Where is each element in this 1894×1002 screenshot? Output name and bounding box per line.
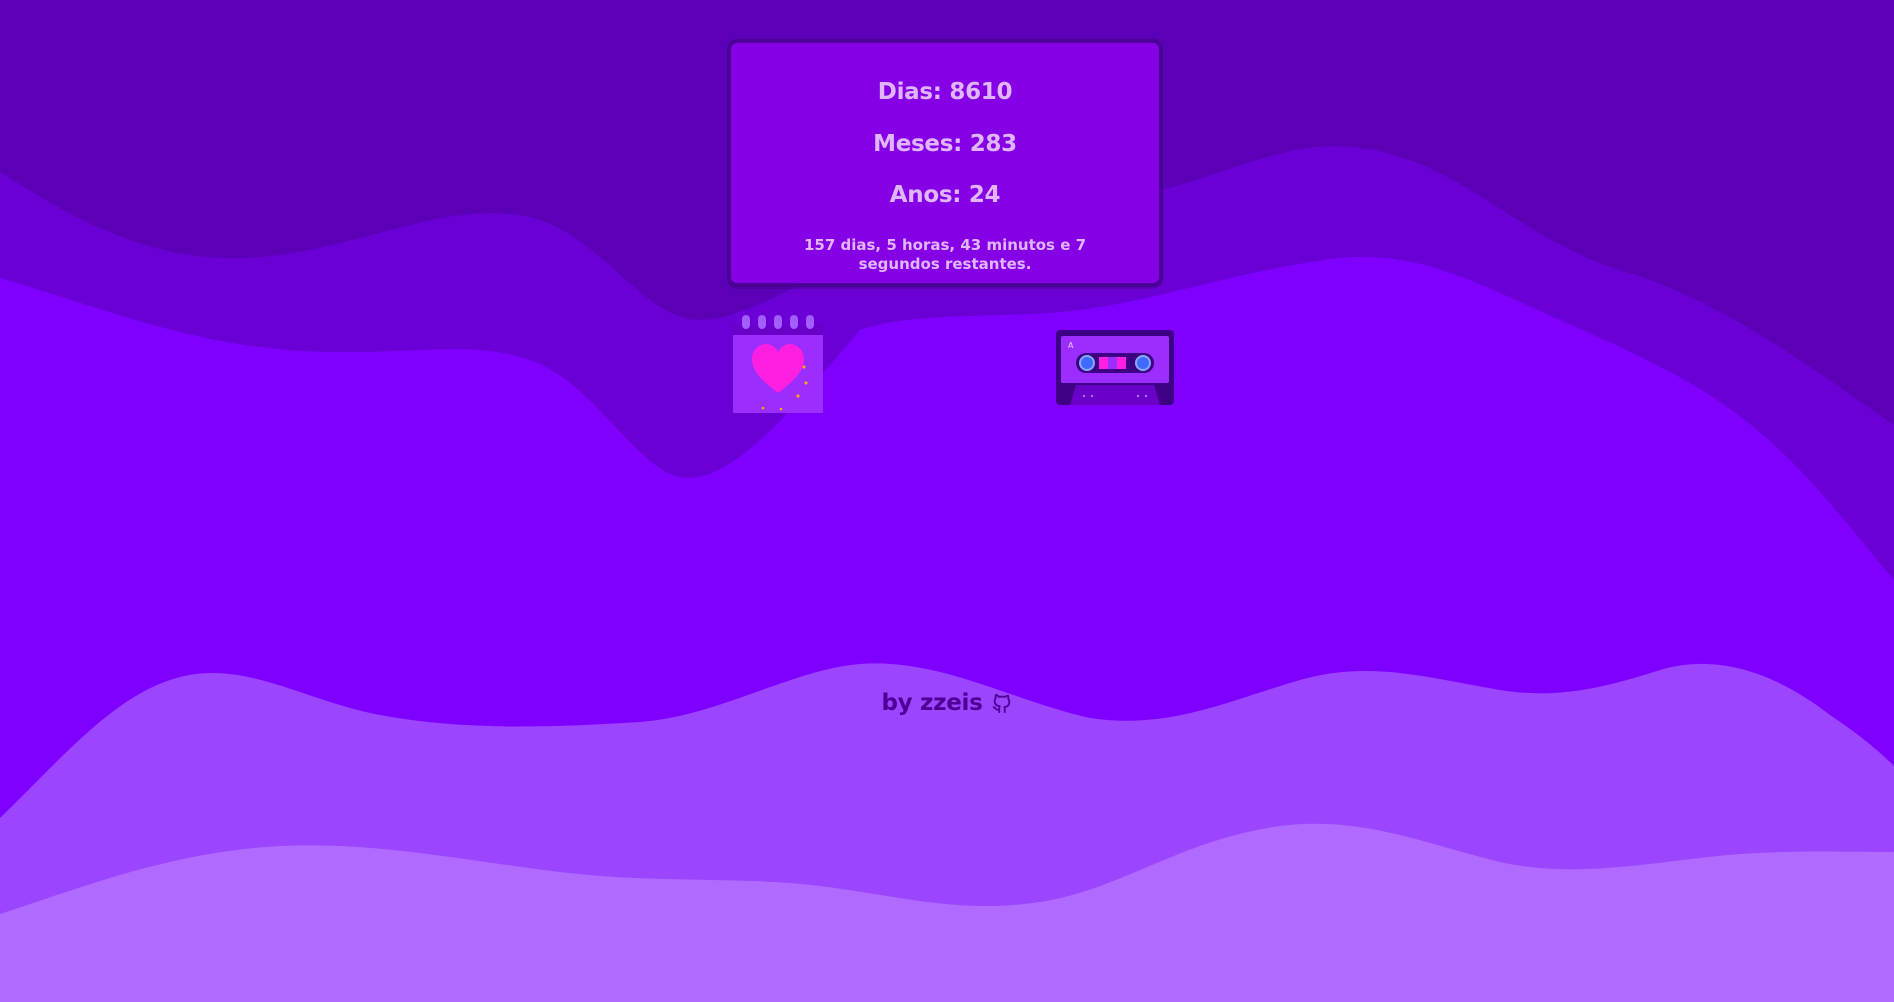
calendar-ring [742, 315, 750, 329]
calendar-ring [758, 315, 766, 329]
footer: by zzeis [0, 690, 1894, 716]
cassette-tape-segment [1099, 357, 1108, 369]
years-count: Anos: 24 [889, 182, 1001, 208]
github-icon [991, 692, 1013, 714]
time-counter-card: Dias: 8610 Meses: 283 Anos: 24 157 dias,… [727, 39, 1163, 287]
remaining-time-text: 157 dias, 5 horas, 43 minutos e 7 segund… [803, 236, 1087, 273]
cassette-tape-icon[interactable]: A [1056, 330, 1174, 405]
days-count: Dias: 8610 [877, 79, 1013, 105]
author-credit-link[interactable]: by zzeis [881, 690, 1012, 716]
months-count: Meses: 283 [873, 131, 1017, 157]
calendar-heart-icon[interactable] [732, 313, 824, 413]
calendar-ring [806, 315, 814, 329]
cassette-side-label: A [1068, 341, 1074, 350]
author-credit-text: by zzeis [881, 690, 983, 716]
page-stage: Dias: 8610 Meses: 283 Anos: 24 157 dias,… [0, 0, 1894, 1002]
cassette-reel-left [1079, 355, 1095, 371]
calendar-ring [774, 315, 782, 329]
cassette-reel-right [1135, 355, 1151, 371]
calendar-ring [790, 315, 798, 329]
cassette-tape-segment [1108, 357, 1117, 369]
cassette-tape-segment [1117, 357, 1126, 369]
